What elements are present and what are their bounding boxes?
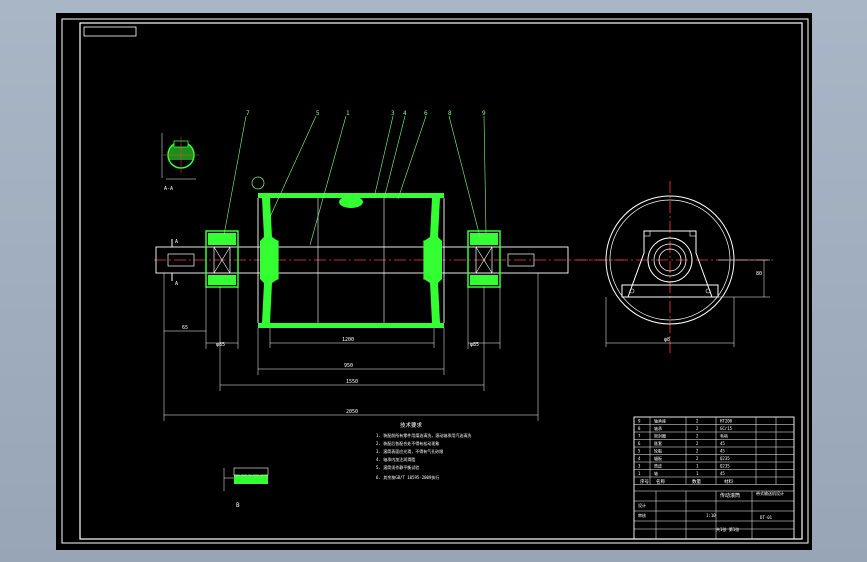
parts-cell-qty: 2 [696, 441, 699, 446]
note-4: 4. 轴承内加注润滑脂 [376, 456, 415, 462]
parts-cell-name: 辐板 [654, 455, 662, 461]
drawing-title: 传动滚筒 [720, 492, 740, 499]
parts-cell-qty: 1 [696, 464, 699, 469]
parts-cell-qty: 2 [696, 449, 699, 454]
technical-notes: 技术要求 1. 装配前所有零件用煤油清洗，滚动轴承用汽油清洗 2. 装配后各配合… [376, 421, 471, 480]
parts-cell-qty: 2 [696, 434, 699, 439]
parts-cell-no: 5 [638, 449, 641, 454]
drawing-number: DT-01 [760, 515, 773, 520]
parts-cell-qty: 2 [696, 456, 699, 461]
parts-cell-name: 轴承 [654, 425, 662, 431]
dim-drum-length: 950 [344, 363, 353, 369]
reverse-code-box [83, 26, 137, 37]
inner-frame [79, 22, 803, 540]
hdr-no: 序号 [640, 478, 649, 485]
checker-label: 审核 [638, 512, 646, 518]
detail-b-label: B [236, 502, 240, 509]
dim-left-bearing: φ85 [216, 342, 225, 348]
section-mark-a-bottom: A [175, 281, 178, 287]
dim-overall-length: 2050 [346, 409, 358, 415]
parts-cell-no: 1 [638, 471, 641, 476]
left-web-plate [260, 198, 278, 323]
parts-cell-name: 胀套 [654, 440, 662, 446]
parts-cell-mat: HT200 [720, 419, 733, 424]
section-title: A-A [164, 186, 173, 192]
sheet-count: 共1张 第1张 [716, 526, 739, 532]
note-2: 2. 装配后各配合处不得有松动现象 [376, 440, 439, 446]
parts-cell-mat: 45 [720, 471, 725, 476]
right-web-plate [424, 198, 442, 323]
dim-bearing-span: 1550 [346, 379, 358, 385]
parts-cell-mat: 毛毡 [720, 433, 728, 439]
balloon-5: 5 [316, 110, 320, 117]
parts-cell-qty: 2 [696, 426, 699, 431]
hdr-name: 名称 [656, 478, 665, 485]
parts-cell-no: 6 [638, 441, 641, 446]
dim-base-height: 80 [756, 271, 762, 277]
left-bearing-housing [205, 230, 239, 288]
title-block: 9 轴承座 2 HT200 8 轴承 2 GCr15 7 密封圈 2 毛毡 6 胀套 2 45 5 轮毂 2 45 4 辐… [633, 416, 795, 540]
balloon-8: 8 [448, 110, 452, 117]
parts-cell-no: 9 [638, 419, 641, 424]
parts-cell-mat: 45 [720, 441, 725, 446]
detail-circle-b [251, 176, 265, 190]
parts-cell-mat: 45 [720, 449, 725, 454]
drawing-canvas: 7 5 1 3 4 6 8 9 A A 65 φ85 φ85 1200 950 … [56, 13, 812, 550]
parts-cell-qty: 2 [696, 419, 699, 424]
parts-cell-no: 8 [638, 426, 641, 431]
parts-cell-name: 轴承座 [654, 418, 666, 424]
dim-base-width: φ8 [664, 337, 670, 343]
balloon-9: 9 [482, 110, 486, 117]
parts-cell-name: 筒皮 [654, 463, 662, 469]
parts-cell-no: 7 [638, 434, 641, 439]
section-mark-a-top: A [175, 239, 178, 245]
dim-left-shaft: 65 [182, 325, 188, 331]
note-1: 1. 装配前所有零件用煤油清洗，滚动轴承用汽油清洗 [376, 432, 471, 438]
note-3: 3. 滚筒表面应光滑，不得有气孔砂眼 [376, 448, 443, 454]
hdr-qty: 数量 [692, 478, 701, 485]
section-a-a: A-A [161, 133, 199, 192]
right-bearing-housing [467, 230, 501, 288]
detail-b: B [223, 467, 269, 509]
balloon-1: 1 [346, 110, 350, 117]
dim-face-width: 1200 [342, 337, 354, 343]
note-5: 5. 滚筒须作静平衡试验 [376, 464, 419, 470]
note-6: 6. 其余按GB/T 10595-2009执行 [376, 474, 439, 480]
notes-title: 技术要求 [400, 421, 423, 429]
side-view: φ8 80 [576, 181, 774, 353]
parts-cell-qty: 1 [696, 471, 699, 476]
parts-cell-no: 4 [638, 456, 641, 461]
parts-cell-mat: Q235 [720, 464, 730, 469]
hdr-mat: 材料 [724, 478, 733, 485]
scale-value: 1:10 [706, 513, 716, 518]
balloon-7: 7 [246, 110, 250, 117]
balloon-6: 6 [424, 110, 428, 117]
weld-detail-top [339, 196, 363, 208]
parts-cell-no: 3 [638, 464, 641, 469]
parts-cell-name: 轴 [654, 470, 658, 476]
designer-label: 设计 [638, 502, 646, 508]
company-name: 带式输送机设计 [756, 490, 784, 496]
balloon-3: 3 [391, 110, 395, 117]
dim-right-bearing: φ85 [470, 342, 479, 348]
parts-cell-mat: GCr15 [720, 426, 733, 431]
parts-cell-name: 轮毂 [654, 448, 662, 454]
shell-bottom [258, 323, 444, 328]
balloon-4: 4 [403, 110, 407, 117]
parts-cell-mat: Q235 [720, 456, 730, 461]
front-view: 7 5 1 3 4 6 8 9 A A 65 φ85 φ85 1200 950 … [154, 110, 624, 421]
cad-drawing: 7 5 1 3 4 6 8 9 A A 65 φ85 φ85 1200 950 … [61, 18, 809, 544]
parts-cell-name: 密封圈 [654, 433, 666, 439]
